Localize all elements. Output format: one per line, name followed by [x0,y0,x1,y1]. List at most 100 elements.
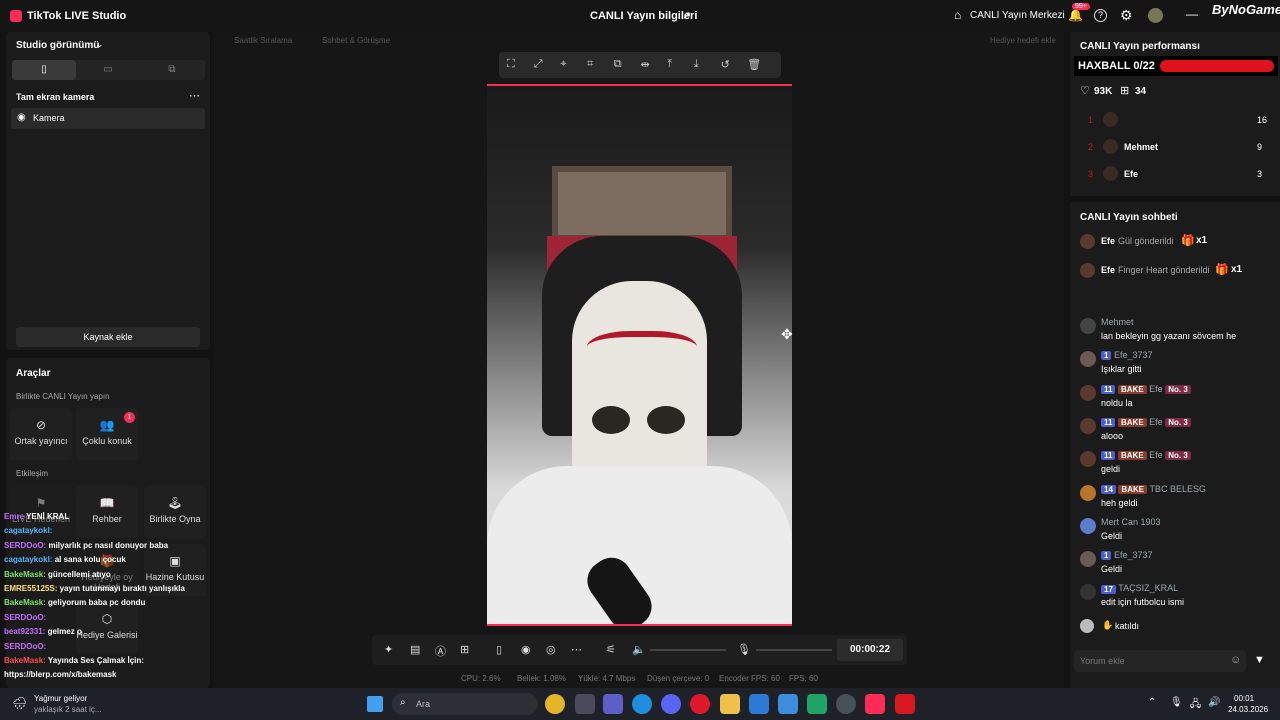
chat-message[interactable]: 1 Efe_3737 Geldi [1080,548,1270,578]
chat-message[interactable]: Mert Can 1903 Geldi [1080,515,1270,545]
source-item-camera[interactable]: ◉ Kamera [11,108,205,129]
overlay-user: cagataykokl: [4,526,53,536]
mask-eye-left [592,406,630,434]
chat-text: Işıklar gitti [1101,364,1142,375]
record-icon[interactable]: ◉ [521,643,531,656]
store-icon[interactable] [778,694,798,714]
chat-message[interactable]: 11 BAKE Efe No. 3 geldi [1080,448,1270,478]
outlook-icon[interactable] [749,694,769,714]
share-icon[interactable]: ↗ [682,9,691,22]
mic-icon[interactable]: 🎙 [737,643,751,656]
fit-icon[interactable]: ⤢ [534,58,543,71]
section-live-together: Birlikte CANLI Yayın yapın [16,392,110,401]
home-icon[interactable]: ⌂ [954,8,961,22]
emoji-icon[interactable]: ☺ [1230,654,1241,666]
camera-switch-icon[interactable]: ◎ [546,643,556,656]
rank-score: 9 [1257,142,1263,152]
goal-label: HAXBALL 0/22 [1078,60,1155,72]
edge-icon[interactable] [632,694,652,714]
weather-title[interactable]: Yağmur geliyor [34,694,87,703]
discord-icon[interactable] [661,694,681,714]
chat-message[interactable]: 14 BAKE TBC BELESG heh geldi [1080,482,1270,512]
tray-chevron-icon[interactable]: ⌃ [1148,697,1156,708]
crop-icon[interactable]: ⌗ [587,58,593,71]
add-source-button[interactable]: Kaynak ekle [16,327,200,347]
chat-chip[interactable]: Sohbet & Görüşme [322,36,390,45]
ai-icon[interactable]: Ⓐ [435,643,446,659]
flip-icon[interactable]: ⇹ [641,58,650,71]
filter-icon[interactable]: ▼ [1254,654,1265,666]
camera-video[interactable] [487,84,792,626]
layout-icon[interactable]: ▤ [410,643,420,656]
layer-up-icon[interactable]: ⤒ [667,58,672,71]
camera-mode-dropdown[interactable]: Tam ekran kamera [16,92,94,102]
canvas-toolbar: ⛶ ⤢ ⌖ ⌗ ⧉ ⇹ ⤒ ⤓ ↺ 🗑 [499,52,781,78]
clock-date[interactable]: 24.03.2026 [1228,705,1268,714]
start-icon[interactable] [367,696,383,712]
goal-banner: HAXBALL 0/22 [1074,56,1278,76]
effects-icon[interactable]: ✦ [384,643,393,656]
chat-message[interactable]: 11 BAKE Efe No. 3 noldu la [1080,382,1270,412]
chat-username: Mert Can 1903 [1101,516,1161,527]
landscape-layout-button[interactable]: ▭ [76,60,140,80]
rotate-icon[interactable]: ↺ [721,58,730,71]
settings-sliders-icon[interactable]: ⚟ [606,643,616,656]
phone-icon[interactable]: ▯ [496,643,502,656]
center-icon[interactable]: ⌖ [560,58,566,71]
layer-down-icon[interactable]: ⤓ [694,58,699,71]
network-icon[interactable]: 🖧 [1190,697,1201,714]
minimize-icon[interactable]: — [1186,7,1198,21]
more-options-icon[interactable]: ⋯ [189,89,200,102]
split-layout-button[interactable]: ⧉ [140,60,204,80]
rank-number: 2 [1088,142,1094,152]
chrome-icon[interactable] [545,694,565,714]
chat-message[interactable]: 11 BAKE Efe No. 3 alooo [1080,415,1270,445]
tiktok-studio-icon[interactable] [865,694,885,714]
speaker-volume-slider[interactable] [650,649,726,651]
mic-tray-icon[interactable]: 🎙 [1170,697,1183,708]
explorer-icon[interactable] [575,694,595,714]
teams-icon[interactable] [603,694,623,714]
overlay-chat-line: cagataykokl: [4,526,52,535]
settings-gear-icon[interactable]: ⚙ [1120,7,1133,24]
youtube-icon[interactable] [895,694,915,714]
overlay-user: SERDOoO: [4,612,47,622]
co-host-button[interactable]: ⊘ Ortak yayıncı [10,408,72,460]
avatar[interactable] [1148,8,1163,23]
opera-icon[interactable] [690,694,710,714]
comment-placeholder: Yorum ekle [1080,656,1125,666]
goal-icon: ⚑ [35,496,47,510]
mic-volume-slider[interactable] [756,649,832,651]
more-icon[interactable]: ⋯ [571,643,582,656]
chat-header: 11 BAKE Efe No. 3 [1101,384,1191,394]
chat-username: Efe_3737 [1113,350,1153,361]
bell-icon[interactable]: 🔔 [1068,8,1083,22]
rank-score: 3 [1257,169,1263,179]
chat-header: 17 TAÇSIZ_KRAL [1101,583,1178,594]
chat-message[interactable]: 17 TAÇSIZ_KRAL edit için futbolcu ismi [1080,581,1270,611]
folder-icon[interactable] [720,694,740,714]
hourly-ranking-chip[interactable]: Saatlik Sıralama [234,36,292,45]
live-center-link[interactable]: CANLI Yayın Merkezi [970,10,1065,21]
search-box[interactable]: ⌕ Ara [392,693,538,715]
add-icon[interactable]: ⊞ [460,643,469,656]
overlay-chat-line: Emre YENİ KRAL [4,512,69,521]
trash-icon[interactable]: 🗑 [747,58,761,71]
chat-text: noldu la [1101,397,1133,408]
fullscreen-icon[interactable]: ⛶ [507,58,515,71]
portrait-layout-button[interactable]: ▯ [12,60,76,80]
help-icon[interactable]: ? [1094,9,1107,22]
volume-icon[interactable]: 🔊 [1208,697,1220,708]
duplicate-icon[interactable]: ⧉ [614,58,622,71]
speaker-icon[interactable]: 🔈 [632,643,646,656]
rank-name: Efe [1124,169,1139,179]
comment-input[interactable]: Yorum ekle ☺ [1074,650,1246,672]
chat-message[interactable]: 1 Efe_3737 Işıklar gitti [1080,348,1270,378]
studio-view-dropdown[interactable]: Studio görünümü [16,40,99,51]
clock-time[interactable]: 00:01 [1234,694,1254,703]
gift-goal-chip[interactable]: Hediye hedefi ekle [990,36,1056,45]
xbox-icon[interactable] [807,694,827,714]
upload-stat: Yükle: 4.7 Mbps [578,674,636,683]
chat-message[interactable]: Mehmet lan bekleyin gg yazanı sövcem he [1080,315,1270,345]
steam-icon[interactable] [836,694,856,714]
